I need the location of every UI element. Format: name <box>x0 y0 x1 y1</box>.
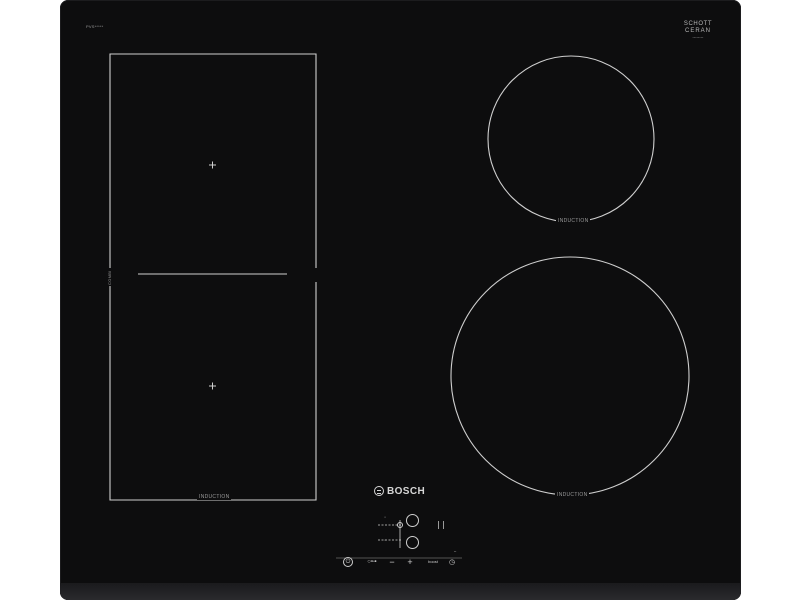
flex-zone-outline <box>109 53 317 268</box>
brand-logo: BOSCH <box>374 484 425 498</box>
plus-button[interactable]: + <box>404 557 416 567</box>
cooking-zones-markings <box>109 53 690 559</box>
flex-zone-label: INDUCTION <box>197 494 232 500</box>
flex-zone-outline-lower <box>109 282 317 501</box>
child-lock-button[interactable]: ○⊶ <box>364 557 380 567</box>
bottom-right-zone-label: INDUCTION <box>555 492 590 498</box>
boost-button[interactable]: boost <box>421 557 445 567</box>
flex-zone-lower-marker <box>209 382 216 390</box>
timer-small-label: ** <box>454 550 457 554</box>
bosch-logo-icon <box>374 486 384 496</box>
zone-select-upper-button[interactable] <box>406 514 419 527</box>
timer-button[interactable]: ◷ <box>447 557 457 567</box>
flex-zone-upper-marker <box>209 161 216 169</box>
top-right-zone-label: INDUCTION <box>556 218 591 224</box>
combi-zone-label: COMBI <box>107 269 112 286</box>
power-icon: ⏻ <box>345 559 351 565</box>
zone-select-lower-button[interactable] <box>406 536 419 549</box>
flex-mode-icon[interactable] <box>438 521 444 529</box>
zone-select-upper-marker[interactable]: · <box>382 514 388 521</box>
zone-link-indicator <box>397 522 403 528</box>
minus-button[interactable]: − <box>386 557 398 567</box>
zone-select-lower-marker[interactable]: · <box>382 537 388 544</box>
bottom-right-zone-outline <box>450 256 690 496</box>
brand-name: BOSCH <box>387 485 426 497</box>
top-right-zone-outline <box>487 55 655 223</box>
